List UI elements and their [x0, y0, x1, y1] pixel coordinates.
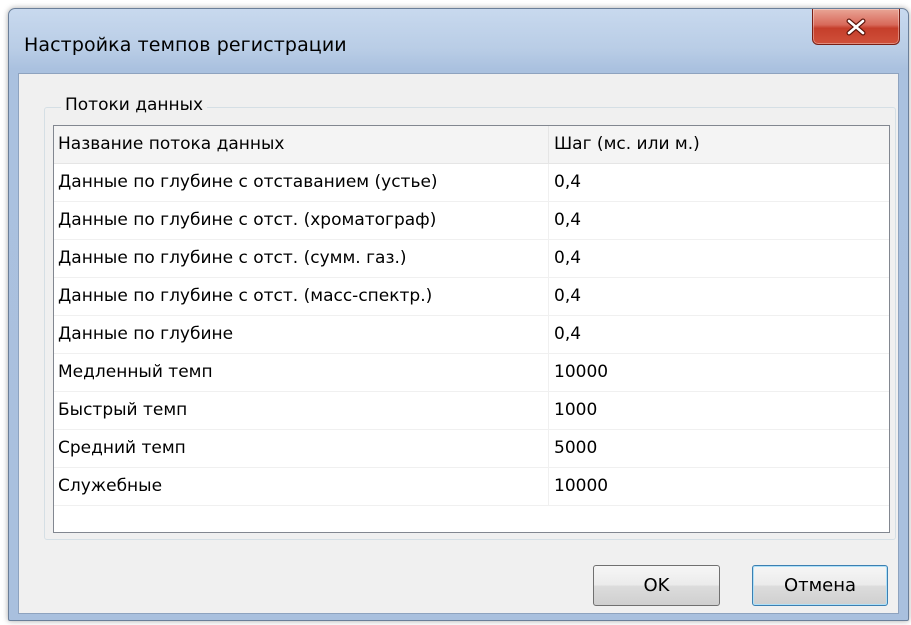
table-row[interactable]: Средний темп 5000 — [54, 430, 889, 468]
title-bar[interactable]: Настройка темпов регистрации — [9, 9, 908, 73]
table-row[interactable]: Данные по глубине с отст. (хроматограф) 0… — [54, 202, 889, 240]
step-value-cell[interactable]: 0,4 — [549, 202, 889, 239]
table-header-row: Название потока данных Шаг (мс. или м.) — [54, 126, 889, 164]
group-label: Потоки данных — [61, 95, 208, 115]
stream-name-cell[interactable]: Данные по глубине с отст. (сумм. газ.) — [54, 240, 549, 277]
stream-name-cell[interactable]: Данные по глубине с отст. (хроматограф) — [54, 202, 549, 239]
stream-name-cell[interactable]: Данные по глубине с отставанием (устье) — [54, 164, 549, 201]
step-value-cell[interactable]: 0,4 — [549, 240, 889, 277]
cancel-button[interactable]: Отмена — [752, 565, 888, 606]
ok-button[interactable]: OK — [593, 565, 720, 606]
stream-name-cell[interactable]: Данные по глубине с отст. (масс-спектр.) — [54, 278, 549, 315]
stream-name-cell[interactable]: Медленный темп — [54, 354, 549, 391]
table-row[interactable]: Данные по глубине с отст. (масс-спектр.)… — [54, 278, 889, 316]
dialog-client-area: Потоки данных Название потока данных Шаг… — [18, 73, 899, 614]
step-value-cell[interactable]: 10000 — [549, 468, 889, 505]
close-icon — [845, 18, 867, 36]
close-button[interactable] — [812, 9, 900, 45]
stream-name-cell[interactable]: Средний темп — [54, 430, 549, 467]
step-value-cell[interactable]: 0,4 — [549, 164, 889, 201]
stream-name-cell[interactable]: Быстрый темп — [54, 392, 549, 429]
table-row[interactable]: Данные по глубине 0,4 — [54, 316, 889, 354]
data-streams-table[interactable]: Название потока данных Шаг (мс. или м.) … — [53, 125, 890, 533]
dialog-window: Настройка темпов регистрации Потоки данн… — [8, 8, 909, 621]
column-header-step[interactable]: Шаг (мс. или м.) — [549, 126, 889, 163]
table-row[interactable]: Быстрый темп 1000 — [54, 392, 889, 430]
step-value-cell[interactable]: 0,4 — [549, 316, 889, 353]
step-value-cell[interactable]: 0,4 — [549, 278, 889, 315]
stream-name-cell[interactable]: Данные по глубине — [54, 316, 549, 353]
window-title: Настройка темпов регистрации — [24, 34, 347, 56]
column-header-name[interactable]: Название потока данных — [54, 126, 549, 163]
step-value-cell[interactable]: 10000 — [549, 354, 889, 391]
step-value-cell[interactable]: 5000 — [549, 430, 889, 467]
data-streams-group: Потоки данных Название потока данных Шаг… — [44, 95, 896, 540]
table-row[interactable]: Медленный темп 10000 — [54, 354, 889, 392]
stream-name-cell[interactable]: Служебные — [54, 468, 549, 505]
table-row[interactable]: Служебные 10000 — [54, 468, 889, 506]
step-value-cell[interactable]: 1000 — [549, 392, 889, 429]
table-row[interactable]: Данные по глубине с отставанием (устье) 0… — [54, 164, 889, 202]
table-row[interactable]: Данные по глубине с отст. (сумм. газ.) 0,… — [54, 240, 889, 278]
